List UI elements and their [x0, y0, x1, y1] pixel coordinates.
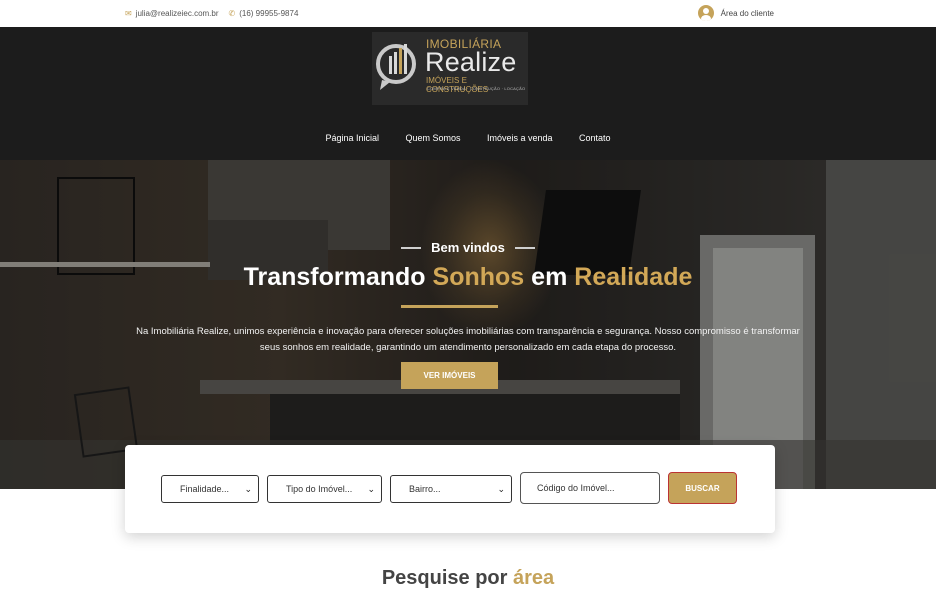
finalidade-select[interactable]: Finalidade... ⌄ [161, 475, 259, 503]
client-area-link[interactable]: Área do cliente [697, 5, 774, 21]
top-bar: ✉ julia@realizeiec.com.br ✆ (16) 99955-9… [0, 0, 936, 27]
nav-about[interactable]: Quem Somos [405, 133, 460, 143]
header: IMOBILIÁRIA Realize IMÓVEIS E CONSTRUÇÕE… [0, 27, 936, 160]
logo-text-imoveis: IMÓVEIS E CONSTRUÇÕES [426, 76, 489, 94]
phone-link[interactable]: (16) 99955-9874 [239, 9, 298, 18]
hero-banner: Bem vindos Transformando Sonhos em Reali… [0, 160, 936, 489]
nav-home[interactable]: Página Inicial [325, 133, 379, 143]
email-link[interactable]: julia@realizeiec.com.br [136, 9, 219, 18]
client-area-label: Área do cliente [720, 8, 774, 18]
site-logo[interactable]: IMOBILIÁRIA Realize IMÓVEIS E CONSTRUÇÕE… [372, 32, 528, 105]
logo-text-services: COMPRA E VENDA · CONSTRUÇÃO · LOCAÇÃO [427, 86, 526, 91]
main-nav: Página Inicial Quem Somos Imóveis a vend… [0, 128, 936, 146]
chevron-down-icon: ⌄ [244, 484, 252, 494]
property-search-panel: Finalidade... ⌄ Tipo do Imóvel... ⌄ Bair… [125, 445, 775, 533]
chevron-down-icon: ⌄ [367, 484, 375, 494]
mail-icon: ✉ [125, 9, 132, 18]
nav-contact[interactable]: Contato [579, 133, 611, 143]
chevron-down-icon: ⌄ [497, 484, 505, 494]
phone-icon: ✆ [228, 9, 236, 18]
search-by-area-title: Pesquise por área [381, 567, 555, 589]
hero-headline: Transformando Sonhos em Realidade [243, 263, 693, 291]
headline-underline [401, 305, 498, 308]
property-code-input[interactable]: Código do Imóvel... [520, 472, 660, 504]
contact-info: ✉ julia@realizeiec.com.br ✆ (16) 99955-9… [125, 9, 298, 18]
neighborhood-select[interactable]: Bairro... ⌄ [390, 475, 512, 503]
logo-text-realize: Realize [425, 47, 517, 77]
building-logo-icon [376, 44, 416, 90]
welcome-label: Bem vindos [0, 240, 936, 255]
view-properties-button[interactable]: VER IMÓVEIS [401, 362, 498, 389]
property-type-select[interactable]: Tipo do Imóvel... ⌄ [267, 475, 382, 503]
nav-properties[interactable]: Imóveis a venda [487, 133, 553, 143]
hero-description: Na Imobiliária Realize, unimos experiênc… [136, 326, 800, 353]
search-button[interactable]: BUSCAR [668, 472, 737, 504]
user-icon [697, 5, 714, 21]
